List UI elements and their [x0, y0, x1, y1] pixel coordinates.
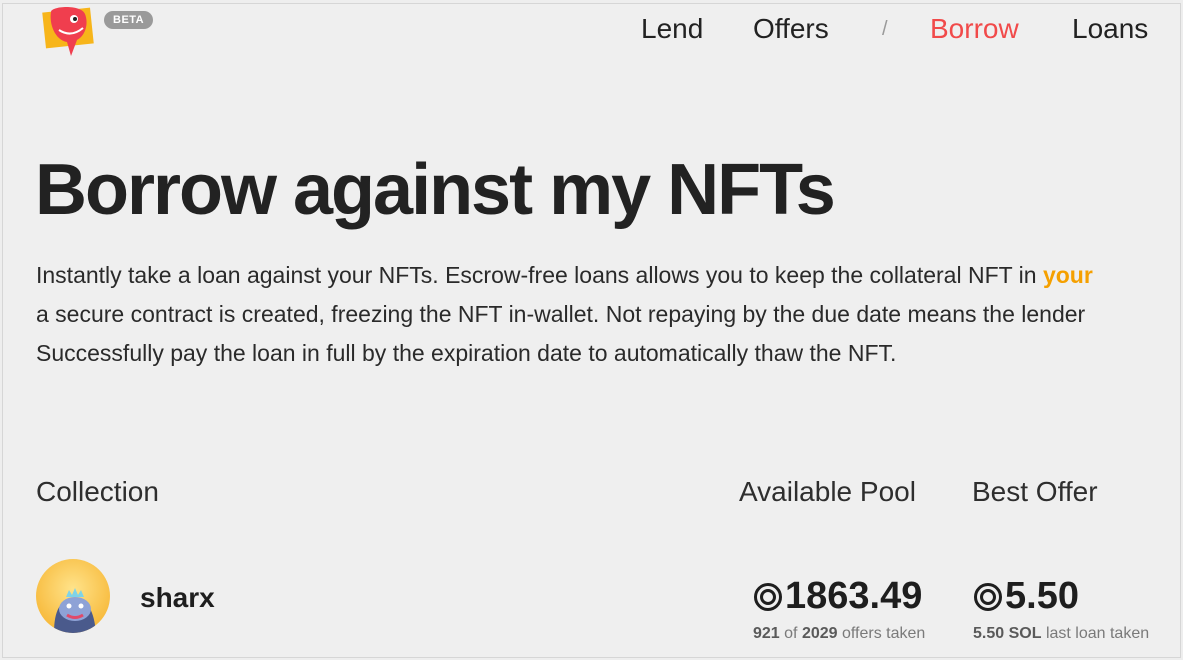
- available-pool-amount: 1863.49: [785, 575, 923, 617]
- collection-name[interactable]: sharx: [140, 582, 215, 614]
- last-loan-text: 5.50 SOL last loan taken: [973, 625, 1149, 643]
- nav-borrow[interactable]: Borrow: [930, 12, 1019, 46]
- description-line-3: Successfully pay the loan in full by the…: [36, 340, 897, 366]
- offers-total-count: 2029: [801, 625, 838, 642]
- offers-taken-label: offers taken: [842, 625, 926, 642]
- column-header-best-offer[interactable]: Best Offer: [972, 476, 1098, 508]
- offers-of-label: of: [784, 625, 798, 642]
- description-line-1-text: Instantly take a loan against your NFTs.…: [36, 262, 1043, 288]
- nav-separator: /: [882, 18, 888, 40]
- description-line-2: a secure contract is created, freezing t…: [36, 301, 1086, 327]
- app-frame: BETA Lend Offers / Borrow Loans Borrow a…: [2, 3, 1181, 658]
- beta-badge: BETA: [104, 11, 154, 29]
- page-title: Borrow against my NFTs: [35, 150, 836, 230]
- last-loan-label: last loan taken: [1045, 625, 1150, 642]
- description-highlight: your: [1042, 262, 1093, 288]
- last-loan-amount: 5.50 SOL: [973, 625, 1042, 642]
- column-header-collection[interactable]: Collection: [36, 476, 159, 508]
- sol-icon: [974, 582, 1002, 611]
- column-header-available-pool[interactable]: Available Pool: [739, 476, 916, 508]
- nav-lend[interactable]: Lend: [641, 12, 703, 46]
- available-pool-value: 1863.49: [753, 575, 922, 618]
- shark-avatar-icon: [36, 559, 110, 633]
- table-row[interactable]: sharx 1863.49 921 of 2029 offers taken 5…: [3, 549, 1180, 657]
- page-description: Instantly take a loan against your NFTs.…: [36, 256, 1180, 373]
- logo-icon[interactable]: [41, 4, 97, 62]
- offers-taken-text: 921 of 2029 offers taken: [753, 625, 925, 643]
- offers-taken-count: 921: [753, 625, 780, 642]
- best-offer-amount: 5.50: [1005, 575, 1079, 617]
- description-line-1: Instantly take a loan against your NFTs.…: [36, 256, 1180, 295]
- nav-offers[interactable]: Offers: [753, 12, 829, 46]
- best-offer-value[interactable]: 5.50: [973, 575, 1079, 618]
- nav-loans[interactable]: Loans: [1072, 12, 1148, 46]
- sol-icon: [754, 582, 782, 611]
